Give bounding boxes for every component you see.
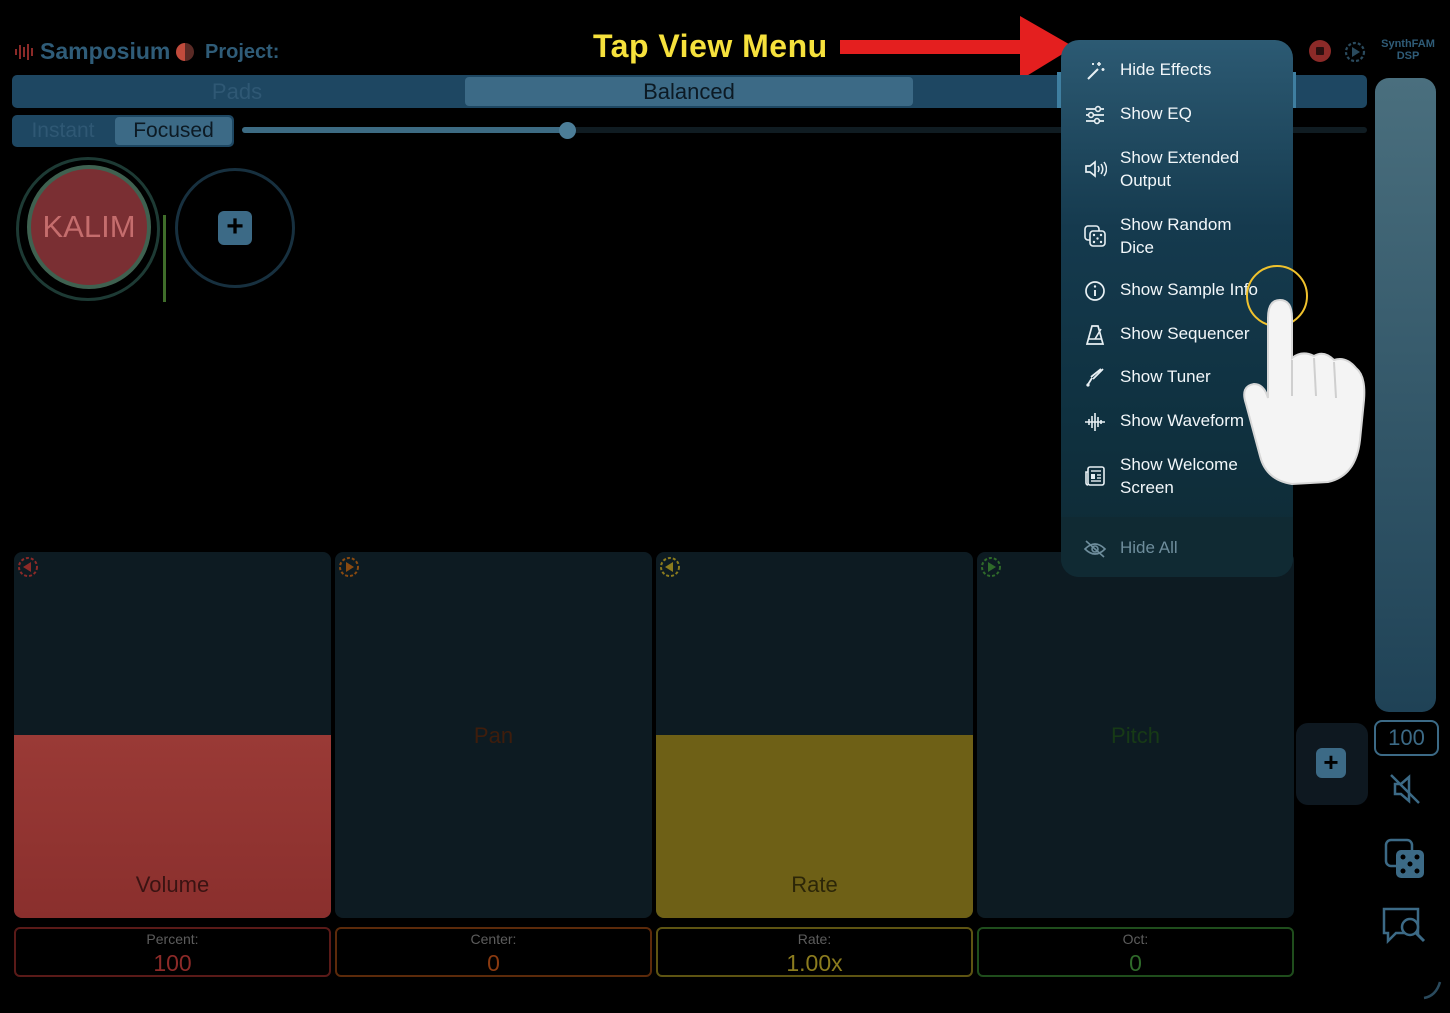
pitch-mode-icon[interactable] <box>979 555 1003 579</box>
app-title: Samposium <box>40 38 171 64</box>
metronome-icon <box>1085 325 1105 345</box>
rate-readout[interactable]: Rate: 1.00x <box>656 927 973 977</box>
volume-readout-caption: Percent: <box>146 931 199 947</box>
pan-readout-value: 0 <box>487 950 500 976</box>
fader-rate[interactable]: Rate <box>656 552 973 918</box>
project-label[interactable]: Project: <box>205 41 279 64</box>
fader-pitch[interactable]: Pitch <box>977 552 1294 918</box>
volume-readout[interactable]: Percent: 100 <box>14 927 331 977</box>
menu-item-hide-effects[interactable]: Hide Effects <box>1061 57 1293 83</box>
brand-line1: SynthFAM <box>1381 38 1435 50</box>
fader-volume[interactable]: Volume <box>14 552 331 918</box>
menu-item-label: Show Extended Output <box>1120 148 1240 190</box>
pan-readout-caption: Center: <box>470 931 517 947</box>
volume-readout-value: 100 <box>153 950 192 976</box>
menu-item-label: Hide All <box>1120 538 1178 557</box>
menu-item-show-extended-output[interactable]: Show Extended Output <box>1061 145 1293 193</box>
dice-icon <box>1084 225 1106 247</box>
focus-slider-knob[interactable] <box>559 122 576 139</box>
brand-line2: DSP <box>1396 50 1420 62</box>
callout-arrow-icon <box>840 16 1074 80</box>
speaker-icon <box>1085 160 1107 178</box>
mode-instant-option[interactable]: Instant <box>14 117 112 145</box>
master-volume-value[interactable]: 100 <box>1374 720 1439 756</box>
project-icon[interactable] <box>176 43 194 61</box>
pitch-readout-value: 0 <box>1129 950 1142 976</box>
rate-readout-value: 1.00x <box>786 950 843 976</box>
add-macro-panel: + <box>1296 723 1368 805</box>
volume-mode-icon[interactable] <box>16 555 40 579</box>
tab-pads[interactable]: Pads <box>14 77 460 106</box>
sliders-icon <box>1086 105 1104 125</box>
fader-volume-label: Volume <box>135 872 210 897</box>
menu-item-show-random-dice[interactable]: Show Random Dice <box>1061 212 1293 260</box>
mode-focused-option[interactable]: Focused <box>115 117 232 145</box>
pad-indicator-line <box>163 215 166 302</box>
fader-rate-label: Rate <box>791 872 838 897</box>
callout-text: Tap View Menu <box>593 28 828 64</box>
menu-item-label: Show Tuner <box>1120 367 1211 386</box>
tuning-fork-icon <box>1086 368 1104 387</box>
pad-kalim[interactable]: KALIM <box>27 165 151 289</box>
master-volume-fader[interactable] <box>1375 78 1436 712</box>
menu-item-label: Show Sequencer <box>1120 324 1250 343</box>
search-chat-icon[interactable] <box>1380 905 1430 947</box>
fader-pan[interactable]: Pan <box>335 552 652 918</box>
dice-icon[interactable] <box>1384 838 1426 880</box>
add-macro-button[interactable]: + <box>1316 748 1346 778</box>
waveform-logo-icon <box>15 44 33 60</box>
pan-readout[interactable]: Center: 0 <box>335 927 652 977</box>
resize-handle-icon[interactable] <box>1420 978 1444 1002</box>
menu-item-show-eq[interactable]: Show EQ <box>1061 101 1293 127</box>
menu-item-label: Show Welcome Screen <box>1120 455 1238 497</box>
pointing-hand-icon <box>1243 298 1366 486</box>
rate-readout-caption: Rate: <box>797 931 832 947</box>
plus-icon: + <box>218 211 252 245</box>
menu-item-hide-all[interactable]: Hide All <box>1061 535 1293 561</box>
tab-balanced[interactable]: Balanced <box>465 77 913 106</box>
menu-item-label: Show Waveform <box>1120 411 1245 430</box>
focus-slider-fill <box>242 127 568 133</box>
settings-gear-icon[interactable] <box>1343 40 1367 64</box>
pitch-readout[interactable]: Oct: 0 <box>977 927 1294 977</box>
newspaper-icon <box>1085 466 1105 486</box>
menu-item-label: Show EQ <box>1120 104 1192 123</box>
menu-item-label: Hide Effects <box>1120 60 1212 79</box>
waveform-icon <box>1085 413 1105 431</box>
pitch-readout-caption: Oct: <box>1122 931 1149 947</box>
pan-mode-icon[interactable] <box>337 555 361 579</box>
eye-slash-icon <box>1083 540 1107 558</box>
fader-pan-label: Pan <box>473 723 514 748</box>
rate-mode-icon[interactable] <box>658 555 682 579</box>
magic-wand-icon <box>1087 62 1105 80</box>
brand-label: SynthFAM DSP <box>1378 38 1438 62</box>
speaker-mute-icon[interactable] <box>1387 771 1423 807</box>
record-button[interactable] <box>1309 40 1331 62</box>
info-icon <box>1085 281 1105 301</box>
menu-item-label: Show Random Dice <box>1120 215 1232 257</box>
fader-pitch-label: Pitch <box>1111 723 1160 748</box>
mode-toggle: Instant Focused <box>12 115 234 147</box>
add-pad-button[interactable]: + <box>175 168 295 288</box>
